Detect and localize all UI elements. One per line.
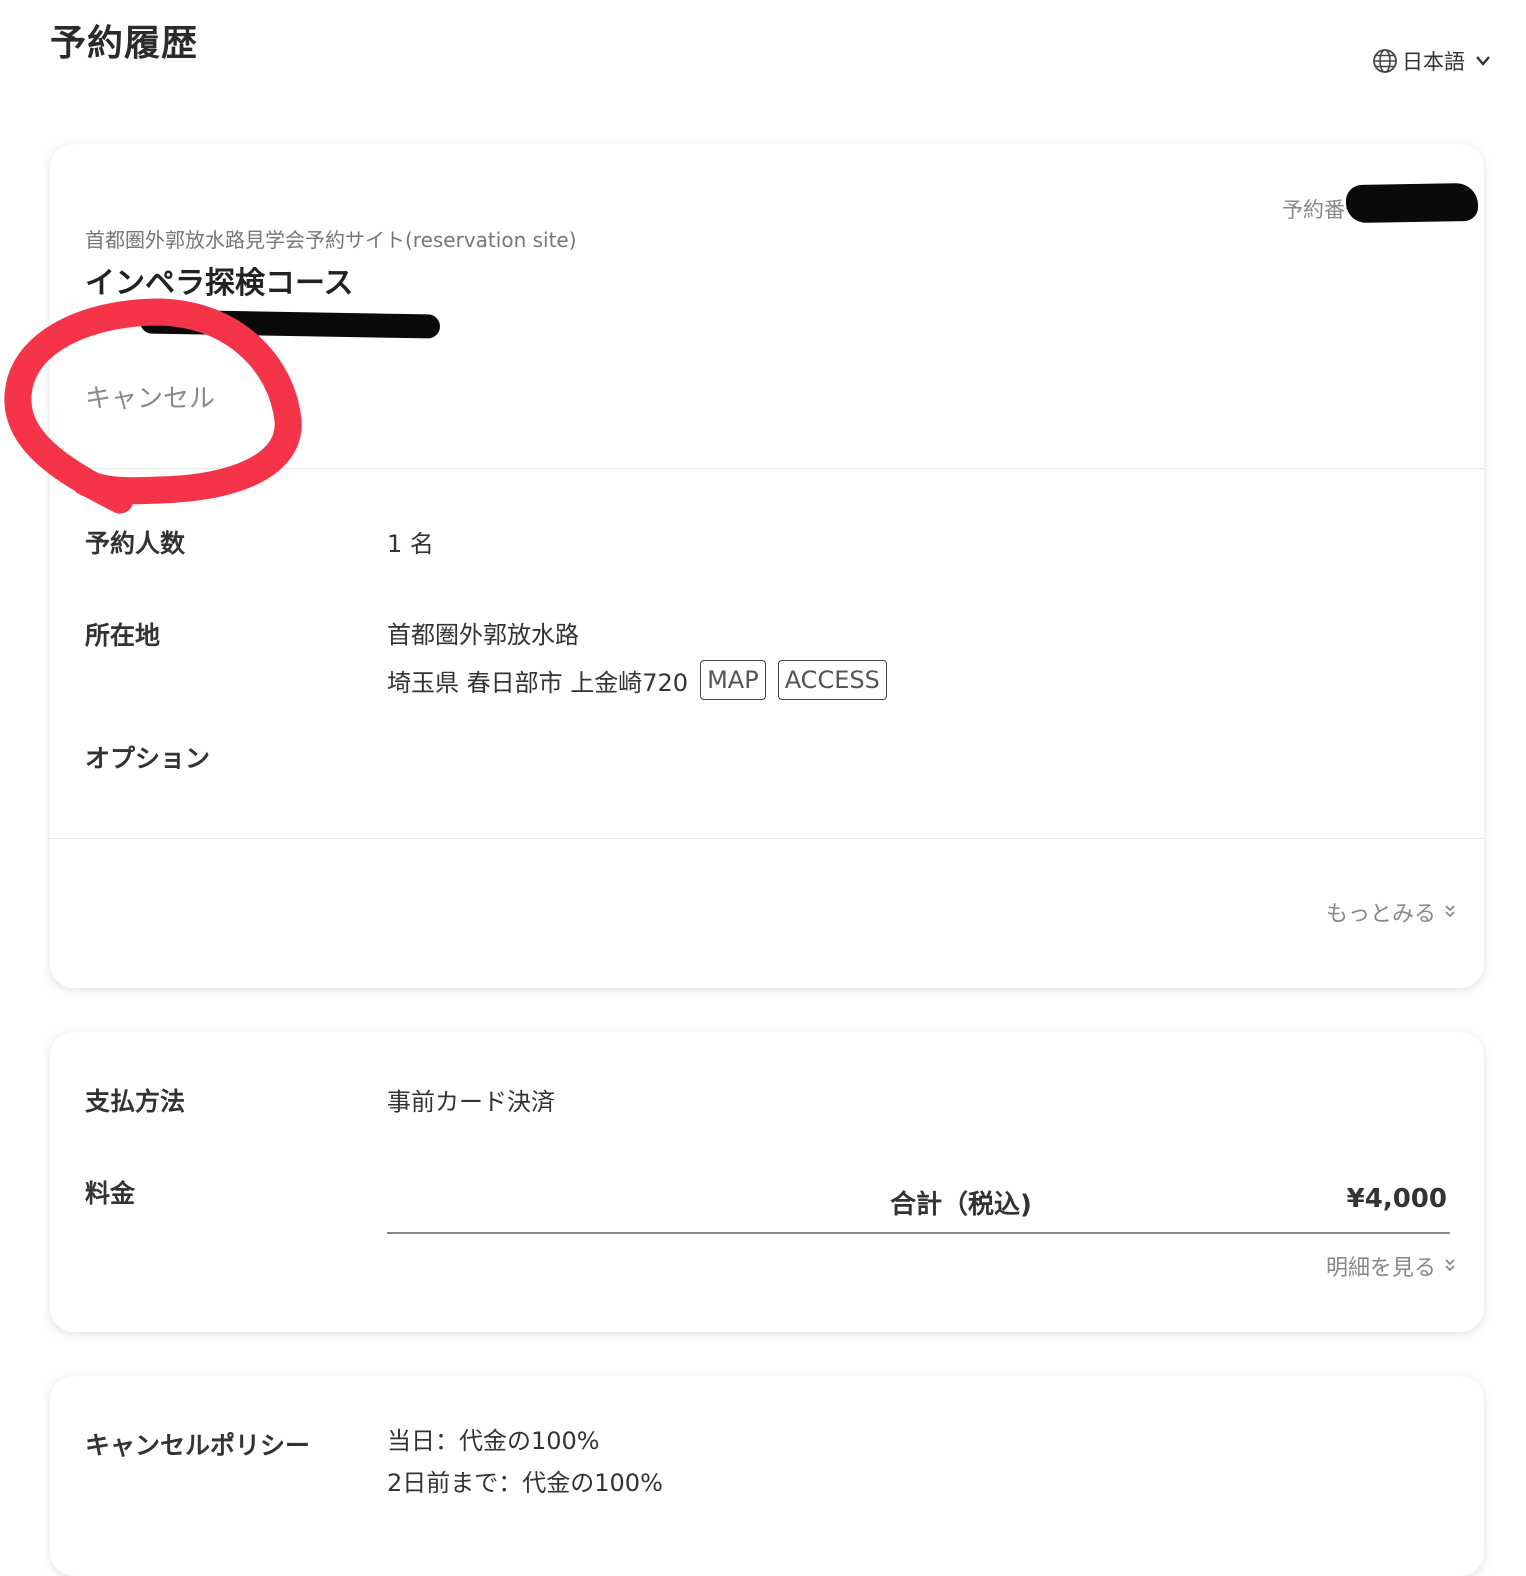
show-more-label: もっとみる <box>1326 902 1437 927</box>
divider <box>50 838 1484 839</box>
location-address: 埼玉県 春日部市 上金崎720 <box>387 668 689 697</box>
payment-method-label: 支払方法 <box>85 1087 186 1116</box>
options-label: オプション <box>85 744 211 773</box>
chevron-down-icon <box>1475 55 1491 67</box>
map-button[interactable]: MAP <box>700 660 766 700</box>
payment-method-value: 事前カード決済 <box>387 1088 555 1116</box>
course-title: インペラ探検コース <box>85 266 354 301</box>
access-button[interactable]: ACCESS <box>777 660 887 700</box>
double-chevron-down-icon <box>1444 900 1456 925</box>
people-value: 1 名 <box>387 530 434 558</box>
fee-label: 料金 <box>85 1179 136 1208</box>
globe-icon <box>1372 48 1398 74</box>
site-name: 首都圏外郭放水路見学会予約サイト(reservation site) <box>85 228 577 252</box>
location-label: 所在地 <box>85 621 161 650</box>
show-more-link[interactable]: もっとみる <box>1326 896 1456 928</box>
total-price: ¥4,000 <box>1346 1184 1447 1214</box>
location-value: 首都圏外郭放水路 埼玉県 春日部市 上金崎720 MAP ACCESS <box>387 615 887 700</box>
cancel-policy-card: キャンセルポリシー 当日：代金の100% 2日前まで：代金の100% <box>50 1376 1484 1576</box>
cancel-policy-line: 当日：代金の100% <box>387 1427 600 1455</box>
page-title: 予約履歴 <box>50 23 199 64</box>
total-label: 合計（税込) <box>890 1190 1032 1220</box>
cancel-policy-label: キャンセルポリシー <box>85 1431 311 1460</box>
redaction-reservation-number <box>1345 182 1479 224</box>
cancel-policy-line: 2日前まで：代金の100% <box>387 1469 663 1497</box>
view-details-label: 明細を見る <box>1326 1256 1437 1281</box>
location-name: 首都圏外郭放水路 <box>387 621 579 649</box>
redaction-date <box>139 309 441 339</box>
location-address-row: 埼玉県 春日部市 上金崎720 MAP ACCESS <box>387 660 887 700</box>
double-chevron-down-icon <box>1444 1254 1456 1279</box>
people-label: 予約人数 <box>85 529 186 558</box>
language-selector[interactable]: 日本語 <box>1372 46 1491 76</box>
view-details-link[interactable]: 明細を見る <box>1326 1250 1456 1282</box>
divider <box>50 468 1484 469</box>
status-badge: キャンセル <box>85 384 216 414</box>
language-label: 日本語 <box>1402 50 1465 74</box>
total-row: 合計（税込) ¥4,000 <box>387 1184 1450 1234</box>
cancel-policy-value: 当日：代金の100% 2日前まで：代金の100% <box>387 1420 663 1504</box>
payment-card: 支払方法 事前カード決済 料金 合計（税込) ¥4,000 明細を見る <box>50 1032 1484 1332</box>
reservation-card: 予約番号 首都圏外郭放水路見学会予約サイト(reservation site) … <box>50 144 1484 988</box>
